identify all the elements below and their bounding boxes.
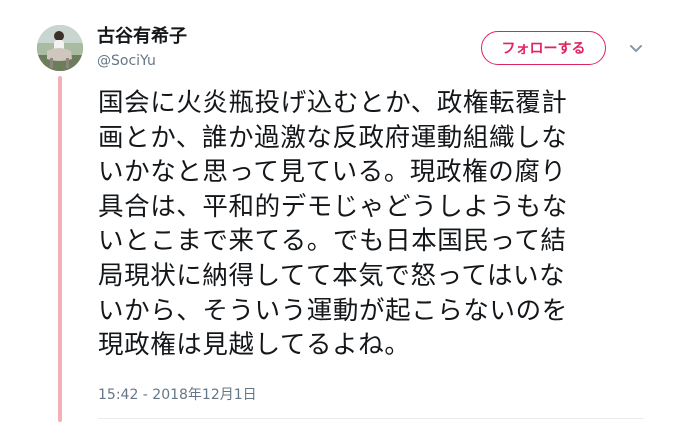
tweet-card: 古谷有希子 @SociYu フォローする 国会に火炎瓶投げ込むとか、政権転覆計 … <box>0 0 680 422</box>
follow-button[interactable]: フォローする <box>481 31 606 65</box>
thread-line <box>58 76 62 422</box>
divider <box>98 418 644 419</box>
tweet-timestamp[interactable]: 15:42 - 2018年12月1日 <box>98 386 257 404</box>
avatar-photo <box>37 25 83 71</box>
display-name[interactable]: 古谷有希子 <box>97 25 187 49</box>
avatar[interactable] <box>37 25 83 71</box>
user-handle[interactable]: @SociYu <box>97 52 156 70</box>
chevron-down-icon <box>630 45 642 52</box>
tweet-text: 国会に火炎瓶投げ込むとか、政権転覆計 画とか、誰か過激な反政府運動組織しな いか… <box>98 88 568 361</box>
tweet-menu-button[interactable] <box>628 40 644 56</box>
